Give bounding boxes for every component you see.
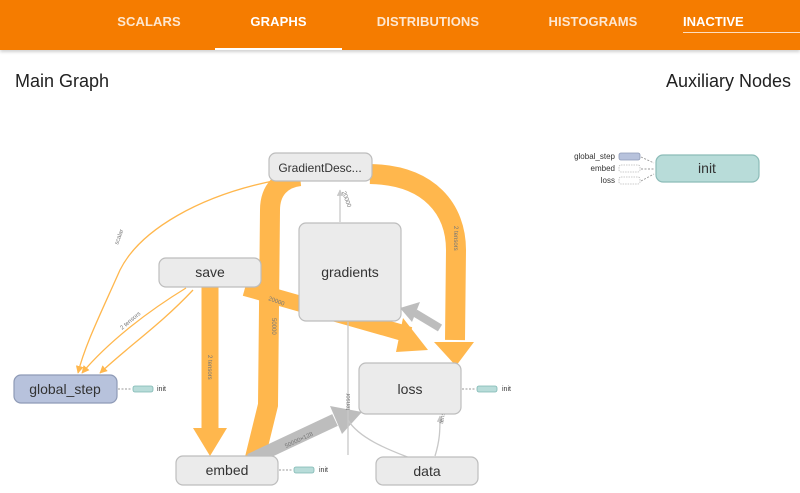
- node-loss-label: loss: [398, 381, 423, 397]
- edge-save-to-global-step-2: [99, 289, 194, 374]
- node-data-label: data: [413, 463, 440, 479]
- init-ref-global-step-label: init: [157, 386, 166, 393]
- aux-input-loss-label: loss: [601, 176, 615, 185]
- node-global-step[interactable]: global_step: [13, 374, 118, 404]
- node-embed-label: embed: [206, 462, 249, 478]
- node-gradient-descent-label: GradientDesc...: [278, 161, 361, 175]
- edge-save-to-global-step: [81, 287, 187, 374]
- init-ref-embed-label: init: [319, 467, 328, 474]
- init-ref-embed[interactable]: init: [279, 466, 328, 474]
- arrowhead-loss-left: [396, 318, 428, 352]
- edge-label-embed-gd: 50000: [270, 318, 276, 335]
- aux-input-loss[interactable]: loss: [601, 173, 655, 185]
- node-save-label: save: [195, 264, 225, 280]
- aux-input-global-step[interactable]: global_step: [574, 152, 655, 164]
- aux-input-global-step-label: global_step: [574, 152, 615, 161]
- aux-input-embed-label: embed: [591, 164, 615, 173]
- edge-label-save-global: 2 tensors: [119, 311, 142, 331]
- node-embed[interactable]: embed: [175, 455, 279, 486]
- node-save[interactable]: save: [158, 257, 262, 288]
- node-data[interactable]: data: [375, 456, 479, 486]
- init-ref-global-step[interactable]: init: [118, 385, 166, 393]
- node-global-step-label: global_step: [29, 381, 101, 397]
- init-ref-loss-label: init: [502, 386, 511, 393]
- edge-label-loss-gradients: tensor: [346, 393, 352, 410]
- edge-loss-to-gradients: [412, 309, 443, 332]
- aux-input-embed[interactable]: embed: [591, 164, 654, 173]
- graph-canvas[interactable]: 50000 2 tensors 2 tensors scalar 2 tenso…: [0, 0, 800, 493]
- init-ref-loss[interactable]: init: [462, 385, 511, 393]
- node-loss[interactable]: loss: [358, 362, 462, 415]
- edge-label-save-embed: 2 tensors: [206, 355, 212, 380]
- node-gradient-descent[interactable]: GradientDesc...: [268, 152, 373, 182]
- aux-node-init-label: init: [698, 160, 716, 176]
- edge-data-branch: [347, 419, 411, 459]
- arrowhead-embed: [193, 428, 227, 456]
- node-gradients-label: gradients: [321, 264, 379, 280]
- aux-node-init[interactable]: init: [655, 154, 760, 183]
- edge-label-gradients-gd: 20000: [340, 191, 352, 209]
- edge-embed-to-gd: [245, 166, 302, 461]
- edge-label-gd-global: scalar: [114, 229, 125, 246]
- node-gradients[interactable]: gradients: [298, 222, 402, 322]
- edge-label-loss-gd: 2 tensors: [452, 226, 458, 251]
